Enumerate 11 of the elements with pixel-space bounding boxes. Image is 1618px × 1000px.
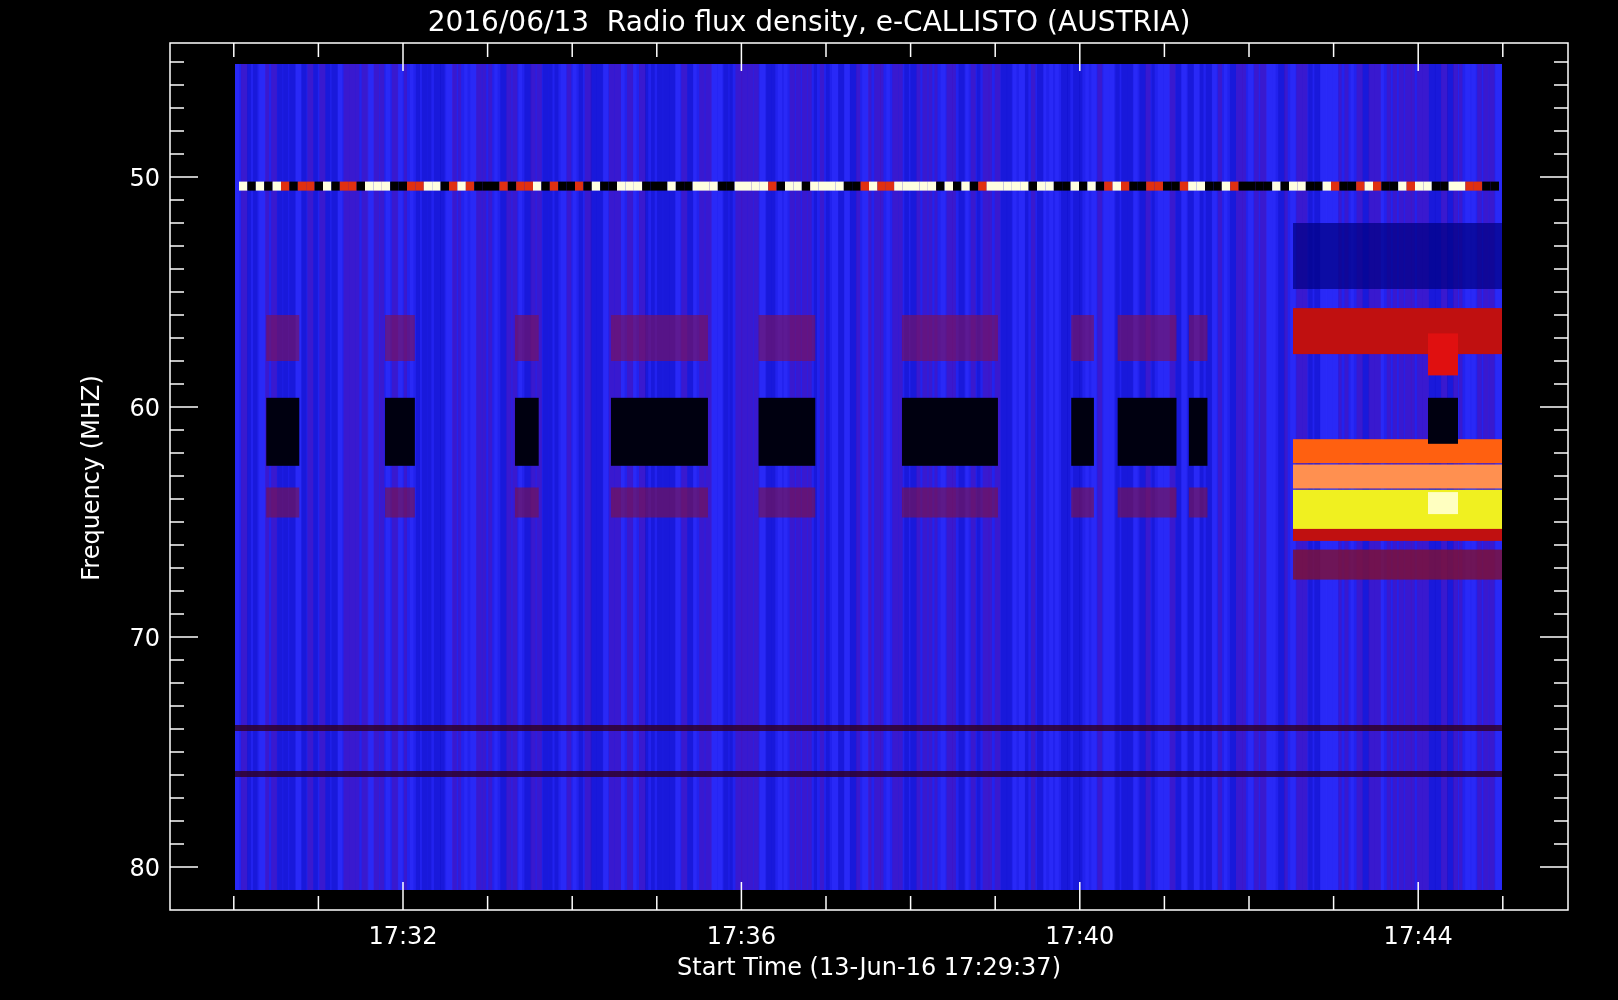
x-tick-label: 17:40 [1045, 922, 1115, 950]
x-tick-label: 17:36 [706, 922, 776, 950]
x-tick-label: 17:44 [1383, 922, 1453, 950]
x-tick-label: 17:32 [368, 922, 438, 950]
x-axis-label: Start Time (13-Jun-16 17:29:37) [677, 953, 1061, 981]
y-tick-label: 50 [129, 164, 160, 192]
y-tick-label: 70 [129, 624, 160, 652]
y-tick-label: 80 [129, 854, 160, 882]
y-tick-label: 60 [129, 394, 160, 422]
chart-title: 2016/06/13 Radio flux density, e-CALLISTO (AUSTRIA) [427, 5, 1191, 38]
y-axis-label: Frequency (MHZ) [77, 375, 105, 581]
